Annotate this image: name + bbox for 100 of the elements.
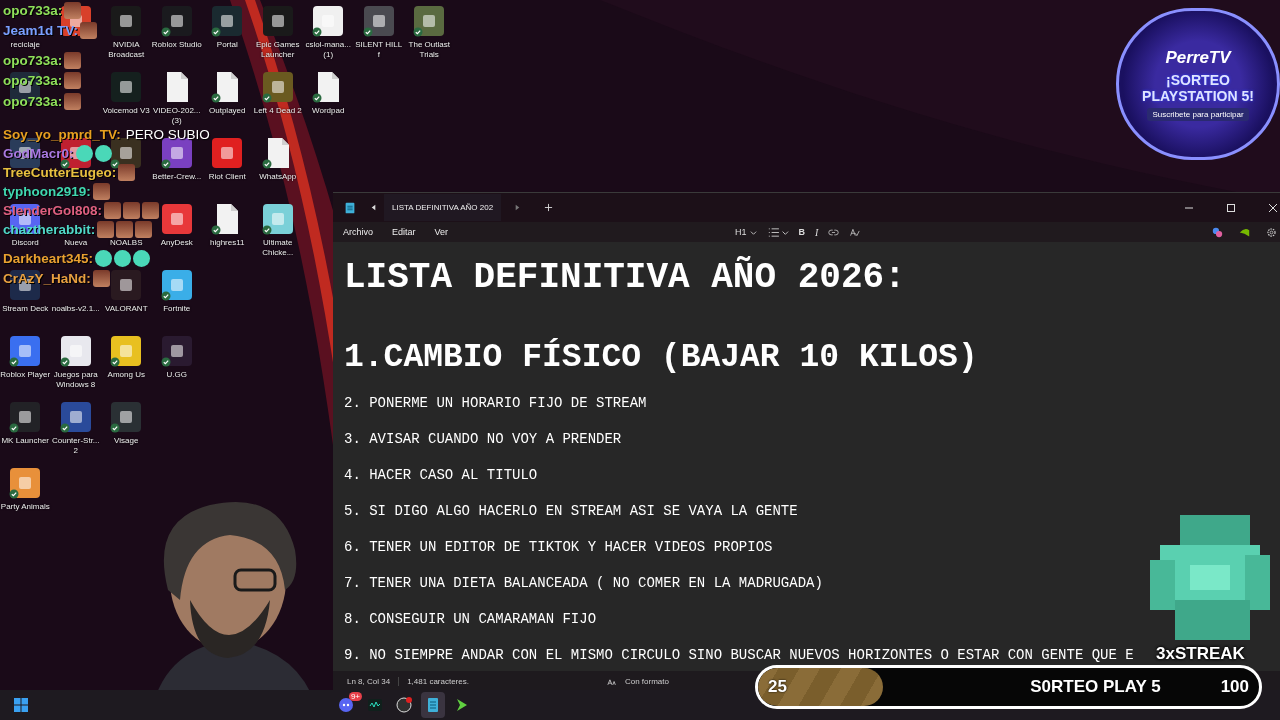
icon-label: highres11 [208, 238, 246, 248]
menu-item[interactable]: Ver [434, 227, 449, 237]
chat-username: opo733a: [3, 93, 63, 109]
caret-icon [749, 228, 757, 236]
nvidia-icon[interactable] [1239, 226, 1250, 238]
discord-icon [338, 697, 354, 713]
icon-label: Fortnite [162, 304, 192, 314]
icon-label: SILENT HILL f [354, 40, 404, 60]
icon-label: U.GG [165, 370, 188, 380]
app-icon[interactable] [110, 335, 143, 367]
badge-brand: PerreTV [1165, 47, 1231, 68]
app-icon[interactable] [110, 71, 143, 103]
record-icon [396, 697, 412, 713]
goal-target: 100 [1220, 677, 1249, 697]
badge-subtitle: Suscribete para participar [1147, 107, 1249, 121]
app-icon[interactable] [9, 401, 42, 433]
icon-label: Better-Crew... [151, 172, 202, 182]
icon-label: VALORANT [104, 304, 149, 314]
menu-item[interactable]: Archivo [343, 227, 373, 237]
icon-label: Nueva [63, 238, 89, 248]
icon-label: Roblox Player [0, 370, 51, 380]
notepad-icon [425, 697, 441, 713]
document-line: 3. AVISAR CUANDO NO VOY A PRENDER [344, 430, 622, 449]
icon-label: Wordpad [311, 106, 346, 116]
chat-username: CrAzY_HaNd: [3, 271, 91, 287]
app-icon[interactable] [9, 467, 42, 499]
icon-label: reciclaje [9, 40, 41, 50]
list-icon[interactable] [766, 226, 789, 238]
maximize-icon[interactable] [1226, 202, 1236, 213]
heading-dropdown[interactable]: H1 [735, 227, 757, 237]
icon-label: Party Animals [0, 502, 51, 512]
format-status: Con formato [624, 676, 669, 686]
taskbar-button[interactable] [421, 692, 445, 718]
app-icon[interactable] [110, 401, 143, 433]
app-icon[interactable] [261, 5, 294, 37]
icon-label: Roblox Studio [151, 40, 202, 50]
chat-username: opo733a: [3, 2, 63, 18]
icon-label: Among Us [106, 370, 146, 380]
document-line: 8. CONSEGUIR UN CAMARAMAN FIJO [344, 610, 597, 629]
waveform-icon [367, 697, 383, 713]
goal-current: 25 [768, 677, 787, 697]
icon-label: WhatsApp [258, 172, 298, 182]
icon-label: MK Launcher [0, 436, 51, 446]
document-line: 2. PONERME UN HORARIO FIJO DE STREAM [344, 394, 647, 413]
icon-label: Riot Client [207, 172, 247, 182]
app-icon[interactable] [211, 5, 244, 37]
notepad-icon [343, 200, 357, 215]
emote-icon [64, 72, 82, 90]
chat-username: Darkheart345: [3, 250, 94, 266]
bold-button[interactable]: B [798, 227, 805, 237]
icon-label: noalbs-v2.1... [50, 304, 101, 314]
document-line: 7. TENER UNA DIETA BALANCEADA ( NO COMER EN LA MADRUGADA) [344, 574, 823, 593]
emote-icon [116, 221, 134, 238]
icon-label: Visage [113, 436, 140, 446]
emote-icon [135, 221, 153, 238]
icon-label: VIDEO-202... (3) [151, 106, 202, 126]
icon-label: Outplayed [208, 106, 247, 116]
app-icon[interactable] [211, 137, 244, 169]
new-tab-icon[interactable] [544, 203, 554, 212]
chat-username: opo733a: [3, 52, 63, 68]
close-icon[interactable] [1268, 202, 1278, 213]
app-icon[interactable] [312, 5, 345, 37]
menu-item[interactable]: Editar [392, 227, 416, 237]
chat-username: typhoon2919: [3, 184, 91, 199]
icon-label: cslol-mana... (1) [304, 40, 352, 60]
link-icon[interactable] [828, 226, 840, 238]
goal-title: S0RTEO PLAY 5 [1030, 677, 1161, 697]
icon-label: NVIDIA Broadcast [107, 40, 146, 60]
icon-label: Ultimate Chicke... [261, 238, 295, 258]
streak-label: 3xSTREAK [1156, 644, 1245, 664]
app-icon[interactable] [413, 5, 446, 37]
emote-icon [104, 202, 122, 219]
copilot-icon[interactable] [1212, 226, 1223, 238]
app-icon[interactable] [110, 269, 143, 301]
settings-icon[interactable] [1266, 226, 1277, 238]
back-arrow-icon[interactable] [369, 203, 378, 212]
document-tab[interactable]: LISTA DEFINITIVA AÑO 202 [384, 194, 502, 221]
emote-icon [118, 164, 136, 181]
chat-username: Soy_yo_pmrd_TV: [3, 127, 121, 142]
icon-label: Juegos para Windows 8 [52, 370, 99, 390]
app-icon[interactable] [110, 5, 143, 37]
italic-button[interactable]: I [815, 226, 819, 238]
app-icon[interactable] [160, 203, 193, 235]
chat-username: opo733a: [3, 73, 63, 89]
icon-label: Portal [215, 40, 239, 50]
document-line: 9. NO SIEMPRE ANDAR CON EL MISMO CIRCULO SINO BUSCAR NUEVOS HORIZONTES O ESTAR CON GENTE QUE E [344, 646, 1134, 665]
emote-icon [80, 22, 98, 40]
emote-icon [142, 202, 160, 219]
windows-start-icon[interactable] [13, 697, 29, 713]
emote-icon [123, 202, 141, 219]
emote-icon [97, 221, 115, 238]
spellcheck-icon[interactable] [849, 226, 861, 238]
icon-label: Stream Deck [1, 304, 50, 314]
icon-label: Voicemod V3 [101, 106, 151, 116]
chat-message: PERO SUBIO [125, 127, 210, 142]
document-line: 5. SI DIGO ALGO HACERLO EN STREAM ASI SE VAYA LA GENTE [344, 502, 798, 521]
notification-badge: 9+ [348, 692, 362, 701]
text-format-icon [606, 676, 617, 686]
app-icon[interactable] [9, 335, 42, 367]
icon-label: The Outlast Trials [407, 40, 451, 60]
